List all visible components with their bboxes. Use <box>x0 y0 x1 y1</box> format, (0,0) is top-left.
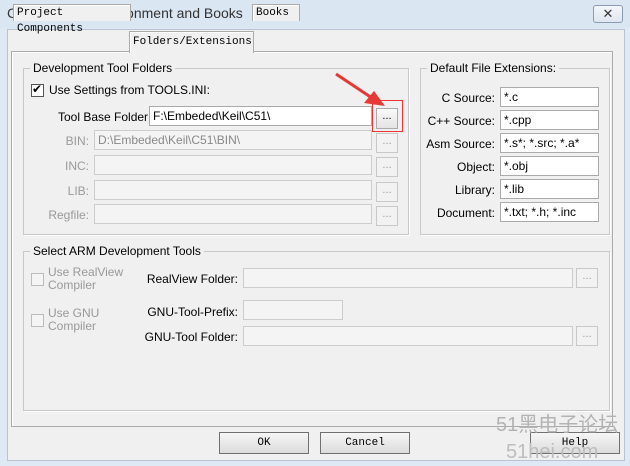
highlight-box <box>372 100 403 132</box>
annotation-arrow-icon <box>335 72 385 106</box>
arrow-shaft <box>335 72 373 100</box>
watermark-line1: 51黑电子论坛 <box>496 414 619 436</box>
tab-label: Folders/Extensions <box>133 36 252 48</box>
tab-folders-extensions[interactable]: Folders/Extensions <box>129 31 254 53</box>
watermark-line2: 51hei.com <box>506 441 599 463</box>
